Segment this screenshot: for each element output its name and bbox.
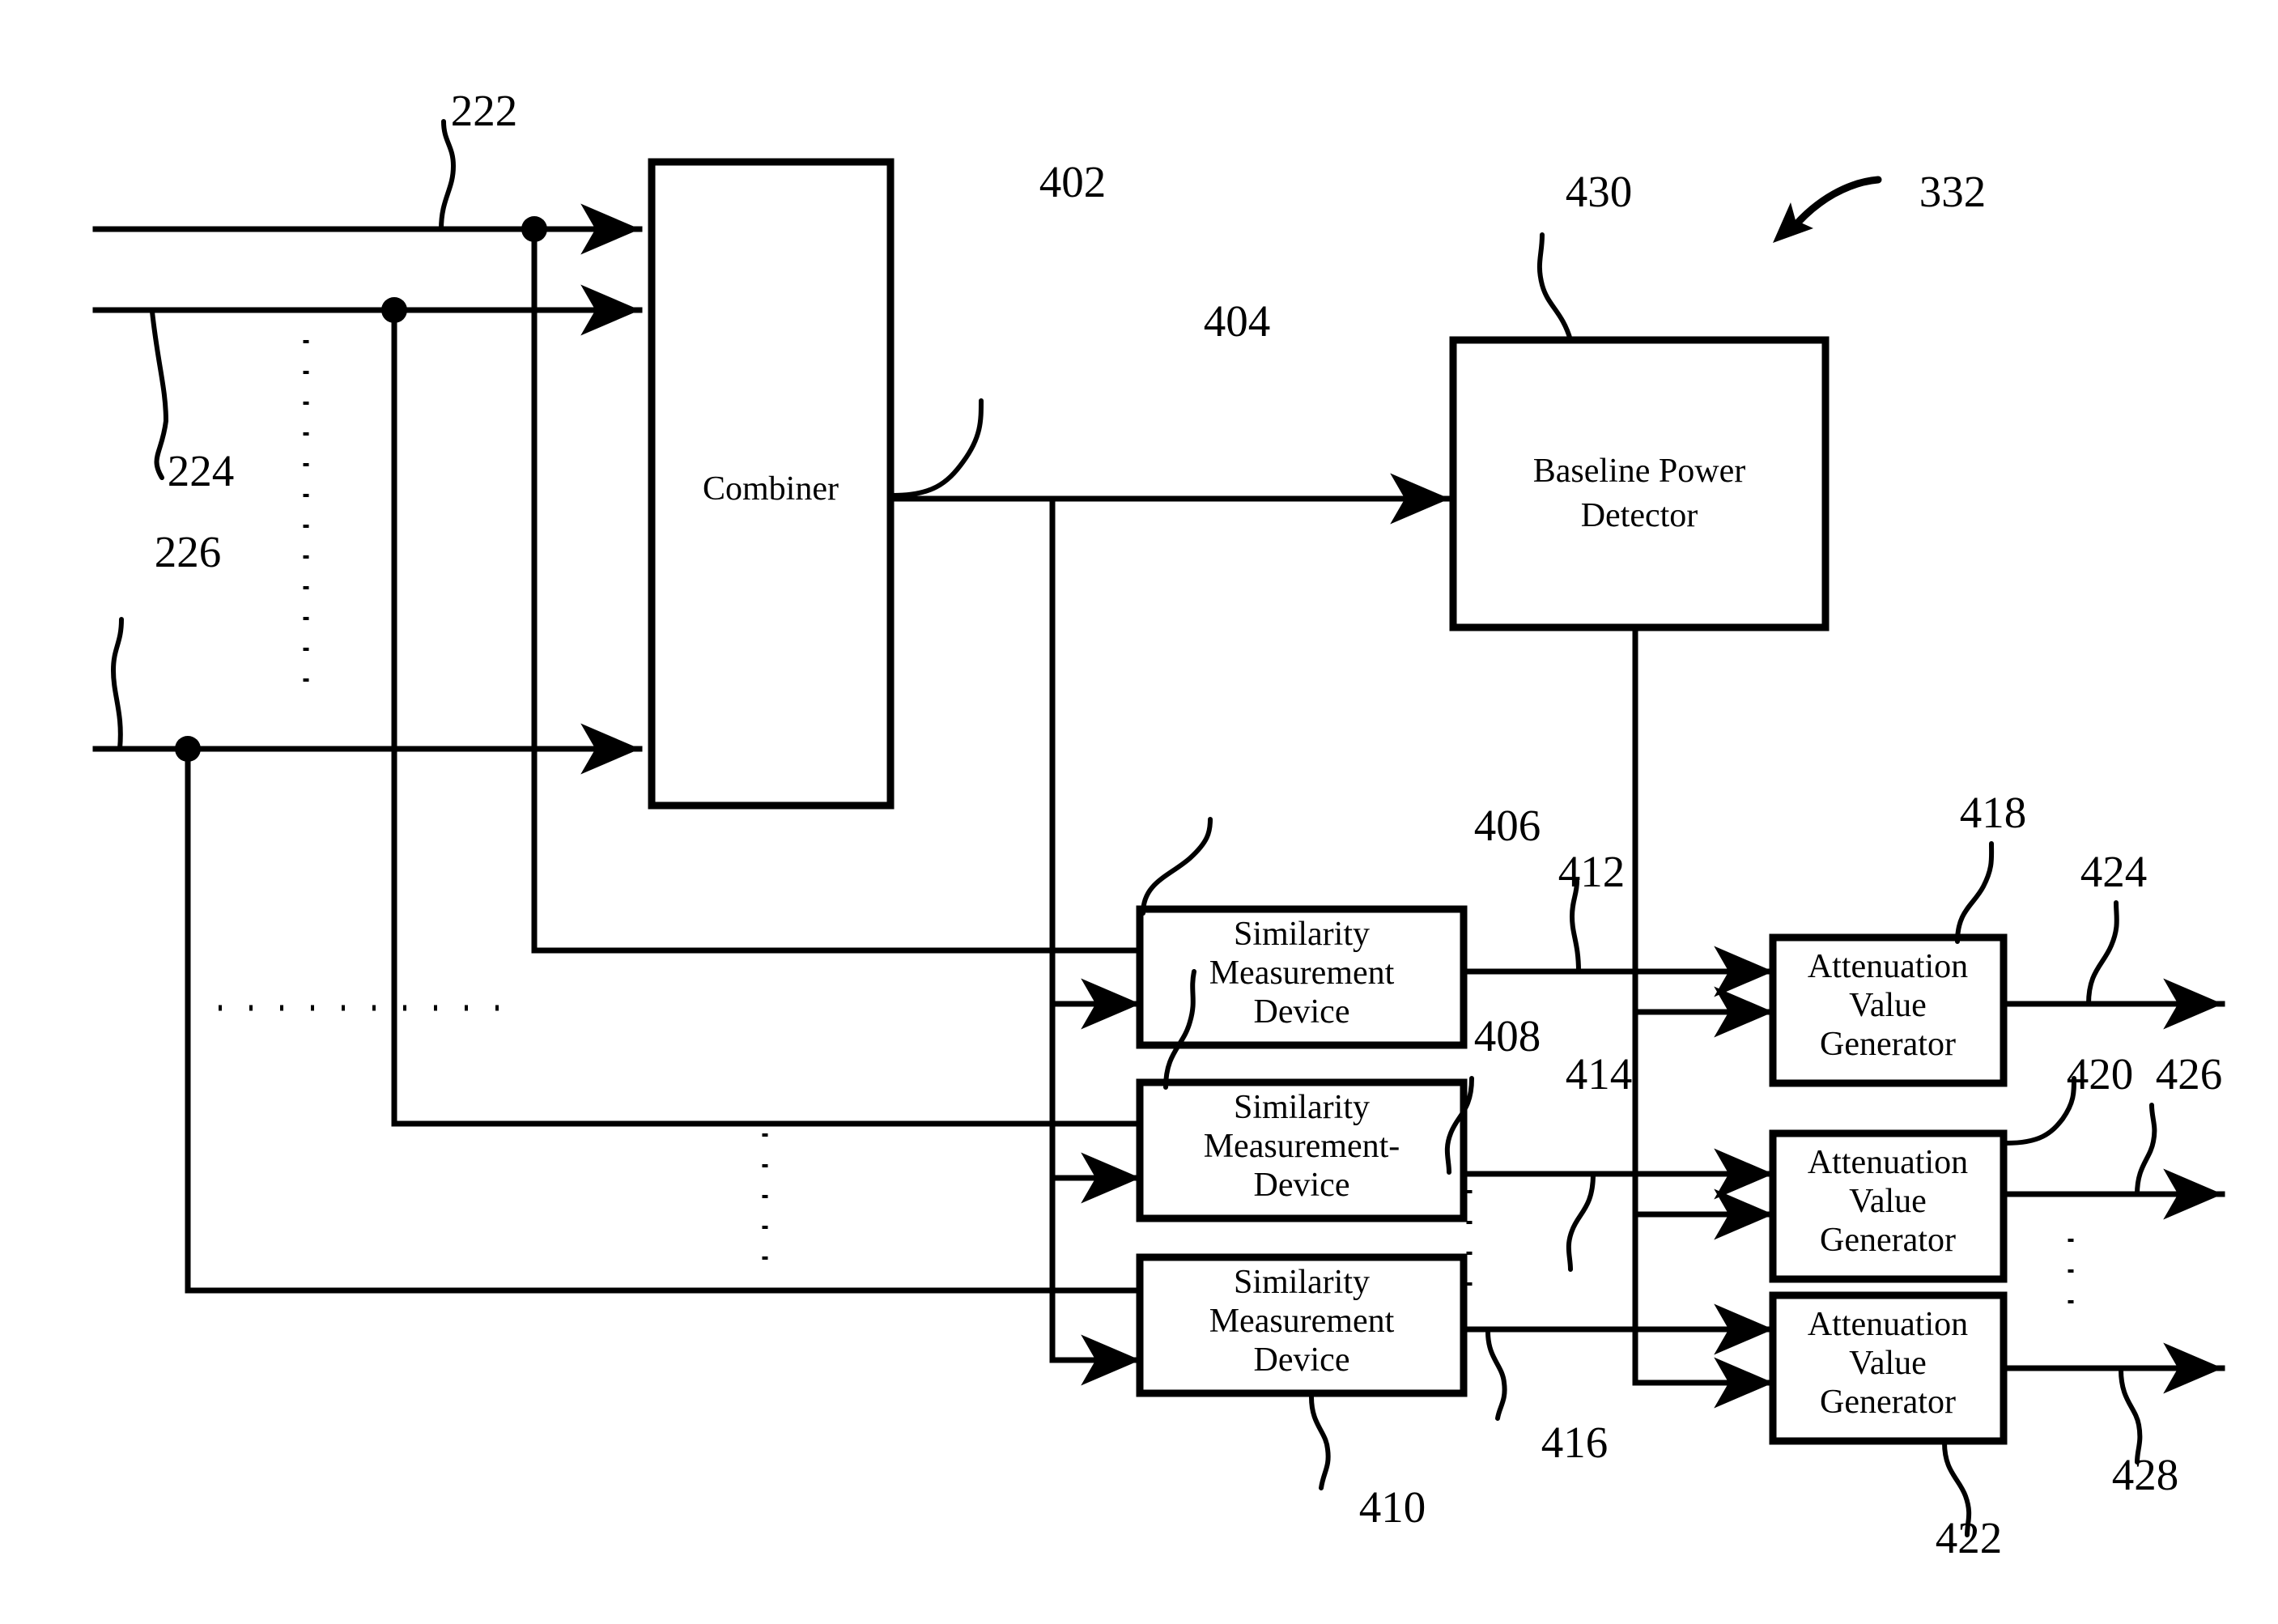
avg1-label-line2: Value bbox=[1849, 987, 1927, 1024]
ref-420: 420 bbox=[2067, 1049, 2134, 1099]
smd2-label-line3: Device bbox=[1254, 1167, 1350, 1204]
ref-404: 404 bbox=[1204, 296, 1271, 346]
leader-224 bbox=[150, 309, 169, 480]
ref-426: 426 bbox=[2156, 1049, 2223, 1099]
diagram-canvas: Combiner Baseline Power Detector Similar… bbox=[92, 86, 2225, 1562]
patent-figure: Combiner Baseline Power Detector Similar… bbox=[0, 0, 2278, 1624]
ref-422: 422 bbox=[1936, 1513, 2003, 1562]
ref-430: 430 bbox=[1566, 167, 1633, 216]
smd2-label-line1: Similarity bbox=[1234, 1089, 1370, 1126]
leader-226 bbox=[110, 617, 124, 751]
smd1-label-line1: Similarity bbox=[1234, 916, 1370, 953]
junction-dot-226 bbox=[175, 736, 201, 762]
ref-428: 428 bbox=[2112, 1450, 2179, 1499]
ref-412: 412 bbox=[1558, 847, 1626, 896]
ref-224: 224 bbox=[168, 446, 235, 495]
avg2-label-line3: Generator bbox=[1820, 1222, 1956, 1259]
ref-222: 222 bbox=[451, 86, 518, 135]
ref-410: 410 bbox=[1359, 1482, 1426, 1532]
smd3-label-line2: Measurement bbox=[1209, 1303, 1395, 1340]
smd2-label-line2: Measurement- bbox=[1204, 1128, 1400, 1165]
leader-426 bbox=[2135, 1103, 2157, 1197]
wire-226-tap-to-smd3 bbox=[185, 746, 1143, 1294]
bpd-label-line2: Detector bbox=[1581, 497, 1698, 534]
avg2-label-line1: Attenuation bbox=[1808, 1144, 1968, 1181]
avg1-label-line1: Attenuation bbox=[1808, 948, 1968, 985]
ref-424: 424 bbox=[2080, 847, 2148, 896]
smd1-label-line3: Device bbox=[1254, 993, 1350, 1031]
leader-418 bbox=[1955, 841, 1995, 944]
ref-226: 226 bbox=[155, 527, 222, 576]
leader-416 bbox=[1485, 1329, 1507, 1421]
combiner-label: Combiner bbox=[703, 470, 839, 508]
leader-414 bbox=[1566, 1171, 1596, 1272]
leader-222 bbox=[439, 119, 457, 232]
avg2-label-line2: Value bbox=[1849, 1183, 1927, 1220]
ref-418: 418 bbox=[1960, 788, 2027, 837]
leader-402 bbox=[890, 398, 984, 498]
ref-406: 406 bbox=[1474, 801, 1541, 850]
leader-410 bbox=[1309, 1395, 1331, 1490]
smd3-label-line3: Device bbox=[1254, 1341, 1350, 1379]
avg3-label-line1: Attenuation bbox=[1808, 1306, 1968, 1343]
ref-414: 414 bbox=[1566, 1049, 1633, 1099]
ref-408: 408 bbox=[1474, 1011, 1541, 1061]
leader-424 bbox=[2086, 900, 2119, 1006]
avg3-label-line3: Generator bbox=[1820, 1384, 1956, 1421]
junction-dot-224 bbox=[381, 297, 407, 323]
avg1-label-line3: Generator bbox=[1820, 1026, 1956, 1063]
avg3-label-line2: Value bbox=[1849, 1345, 1927, 1382]
leader-430 bbox=[1536, 232, 1573, 342]
leader-428 bbox=[2119, 1367, 2143, 1465]
bpd-label-line1: Baseline Power bbox=[1533, 453, 1745, 490]
block-rects bbox=[648, 158, 2008, 1445]
leader-420 bbox=[2004, 1076, 2076, 1146]
figure-ref-arrow bbox=[1773, 176, 1882, 243]
ref-402: 402 bbox=[1039, 157, 1107, 206]
junction-dot-222 bbox=[521, 216, 547, 242]
smd3-label-line1: Similarity bbox=[1234, 1264, 1370, 1301]
smd1-label-line2: Measurement bbox=[1209, 954, 1395, 992]
leader-406 bbox=[1141, 817, 1213, 916]
ref-332: 332 bbox=[1919, 167, 1987, 216]
ref-416: 416 bbox=[1541, 1418, 1609, 1467]
